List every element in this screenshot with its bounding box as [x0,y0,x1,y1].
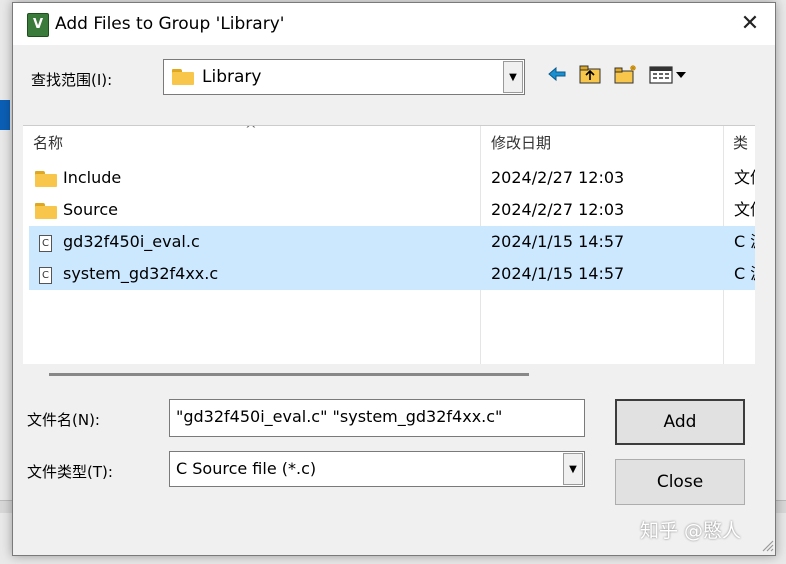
title-bar: V Add Files to Group 'Library' ✕ [13,3,775,45]
item-type: 文件 [734,168,755,187]
file-name-label: 文件名(N): [27,411,100,429]
add-files-dialog: V Add Files to Group 'Library' ✕ 查找范围(I)… [12,2,776,556]
watermark: 知乎 @愍人 [640,520,742,542]
list-item[interactable]: Include 2024/2/27 12:03 文件 [29,162,755,194]
look-in-combo[interactable]: Library ▼ [163,59,525,95]
item-name: Include [63,168,122,187]
look-in-label: 查找范围(I): [31,71,113,89]
add-button[interactable]: Add [615,399,745,445]
item-type: 文件 [734,200,755,219]
list-item[interactable]: C system_gd32f4xx.c 2024/1/15 14:57 C 源 [29,258,755,290]
c-file-icon: C [39,233,52,252]
look-in-value: Library [202,67,262,87]
close-button[interactable]: Close [615,459,745,505]
list-item[interactable]: C gd32f450i_eval.c 2024/1/15 14:57 C 源 [29,226,755,258]
item-name: system_gd32f4xx.c [63,264,219,283]
resize-grip-icon[interactable] [761,539,775,553]
close-window-icon[interactable]: ✕ [737,11,763,37]
chevron-down-icon[interactable]: ▼ [503,61,523,93]
folder-icon [172,69,194,85]
file-type-label: 文件类型(T): [27,463,113,481]
file-type-value: C Source file (*.c) [176,459,317,478]
back-icon[interactable] [545,63,569,87]
file-name-input[interactable]: "gd32f450i_eval.c" "system_gd32f4xx.c" [169,399,585,437]
item-type: C 源 [734,232,755,251]
column-header-name[interactable]: 名称 [33,126,63,160]
item-date: 2024/1/15 14:57 [491,264,625,283]
folder-icon [35,203,57,219]
app-icon: V [27,13,49,37]
item-name: Source [63,200,118,219]
item-name: gd32f450i_eval.c [63,232,200,251]
item-date: 2024/1/15 14:57 [491,232,625,251]
column-header-date[interactable]: 修改日期 [491,126,551,160]
chevron-down-icon[interactable]: ▼ [563,453,583,485]
up-folder-icon[interactable] [577,63,603,87]
file-list: ^ 名称 修改日期 类 Include 2024/2/27 12:03 文件 S… [23,125,755,364]
sort-ascending-icon: ^ [245,125,257,138]
list-item[interactable]: Source 2024/2/27 12:03 文件 [29,194,755,226]
c-file-icon: C [39,265,52,284]
item-type: C 源 [734,264,755,283]
horizontal-scrollbar[interactable] [49,373,529,376]
item-date: 2024/2/27 12:03 [491,168,625,187]
dialog-title: Add Files to Group 'Library' [55,14,285,34]
new-folder-icon[interactable] [613,63,639,87]
column-header-type[interactable]: 类 [733,126,748,160]
file-type-combo[interactable]: C Source file (*.c) ▼ [169,451,585,487]
view-menu-icon[interactable] [647,63,691,87]
item-date: 2024/2/27 12:03 [491,200,625,219]
folder-icon [35,171,57,187]
background-selection-strip [0,100,10,130]
